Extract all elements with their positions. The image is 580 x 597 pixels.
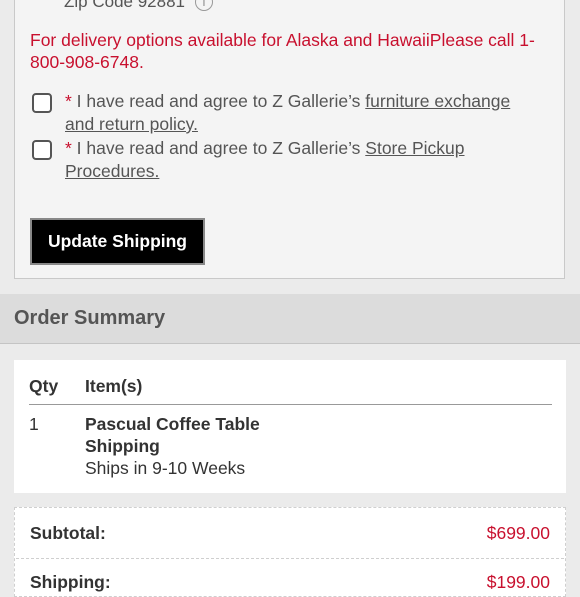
items-column-header: Item(s) [85,376,143,396]
zip-code-row: Zip Code 92881 i [64,0,213,12]
exchange-policy-checkbox[interactable] [32,93,52,113]
agree-exchange-label: I have read and agree to Z Gallerie’s [71,91,366,111]
subtotal-value: $699.00 [486,523,550,543]
agree-exchange-text: * I have read and agree to Z Gallerie’s … [65,90,532,136]
agree-pickup-text: * I have read and agree to Z Gallerie’s … [65,137,532,183]
pickup-procedures-checkbox[interactable] [32,140,52,160]
table-divider [29,404,552,405]
required-asterisk: * [65,138,72,158]
item-qty: 1 [29,414,39,434]
item-ship-time: Ships in 9-10 Weeks [85,458,246,478]
update-shipping-button[interactable]: Update Shipping [30,218,205,265]
zip-code-label: Zip Code 92881 [64,0,185,11]
agree-pickup-row: * I have read and agree to Z Gallerie’s … [32,137,532,183]
info-icon[interactable]: i [194,0,213,11]
delivery-note: For delivery options available for Alask… [30,30,535,72]
shipping-total-label: Shipping: [30,572,111,592]
shipping-total-value: $199.00 [486,572,550,592]
subtotal-label: Subtotal: [30,523,106,543]
totals-divider [16,558,564,559]
item-name: Pascual Coffee Table [85,414,260,434]
required-asterisk: * [65,91,72,111]
order-summary-title: Order Summary [14,307,166,329]
agree-exchange-row: * I have read and agree to Z Gallerie’s … [32,90,532,136]
qty-column-header: Qty [29,376,59,396]
item-shipping-label: Shipping [85,436,160,456]
agree-pickup-label: I have read and agree to Z Gallerie’s [71,138,366,158]
